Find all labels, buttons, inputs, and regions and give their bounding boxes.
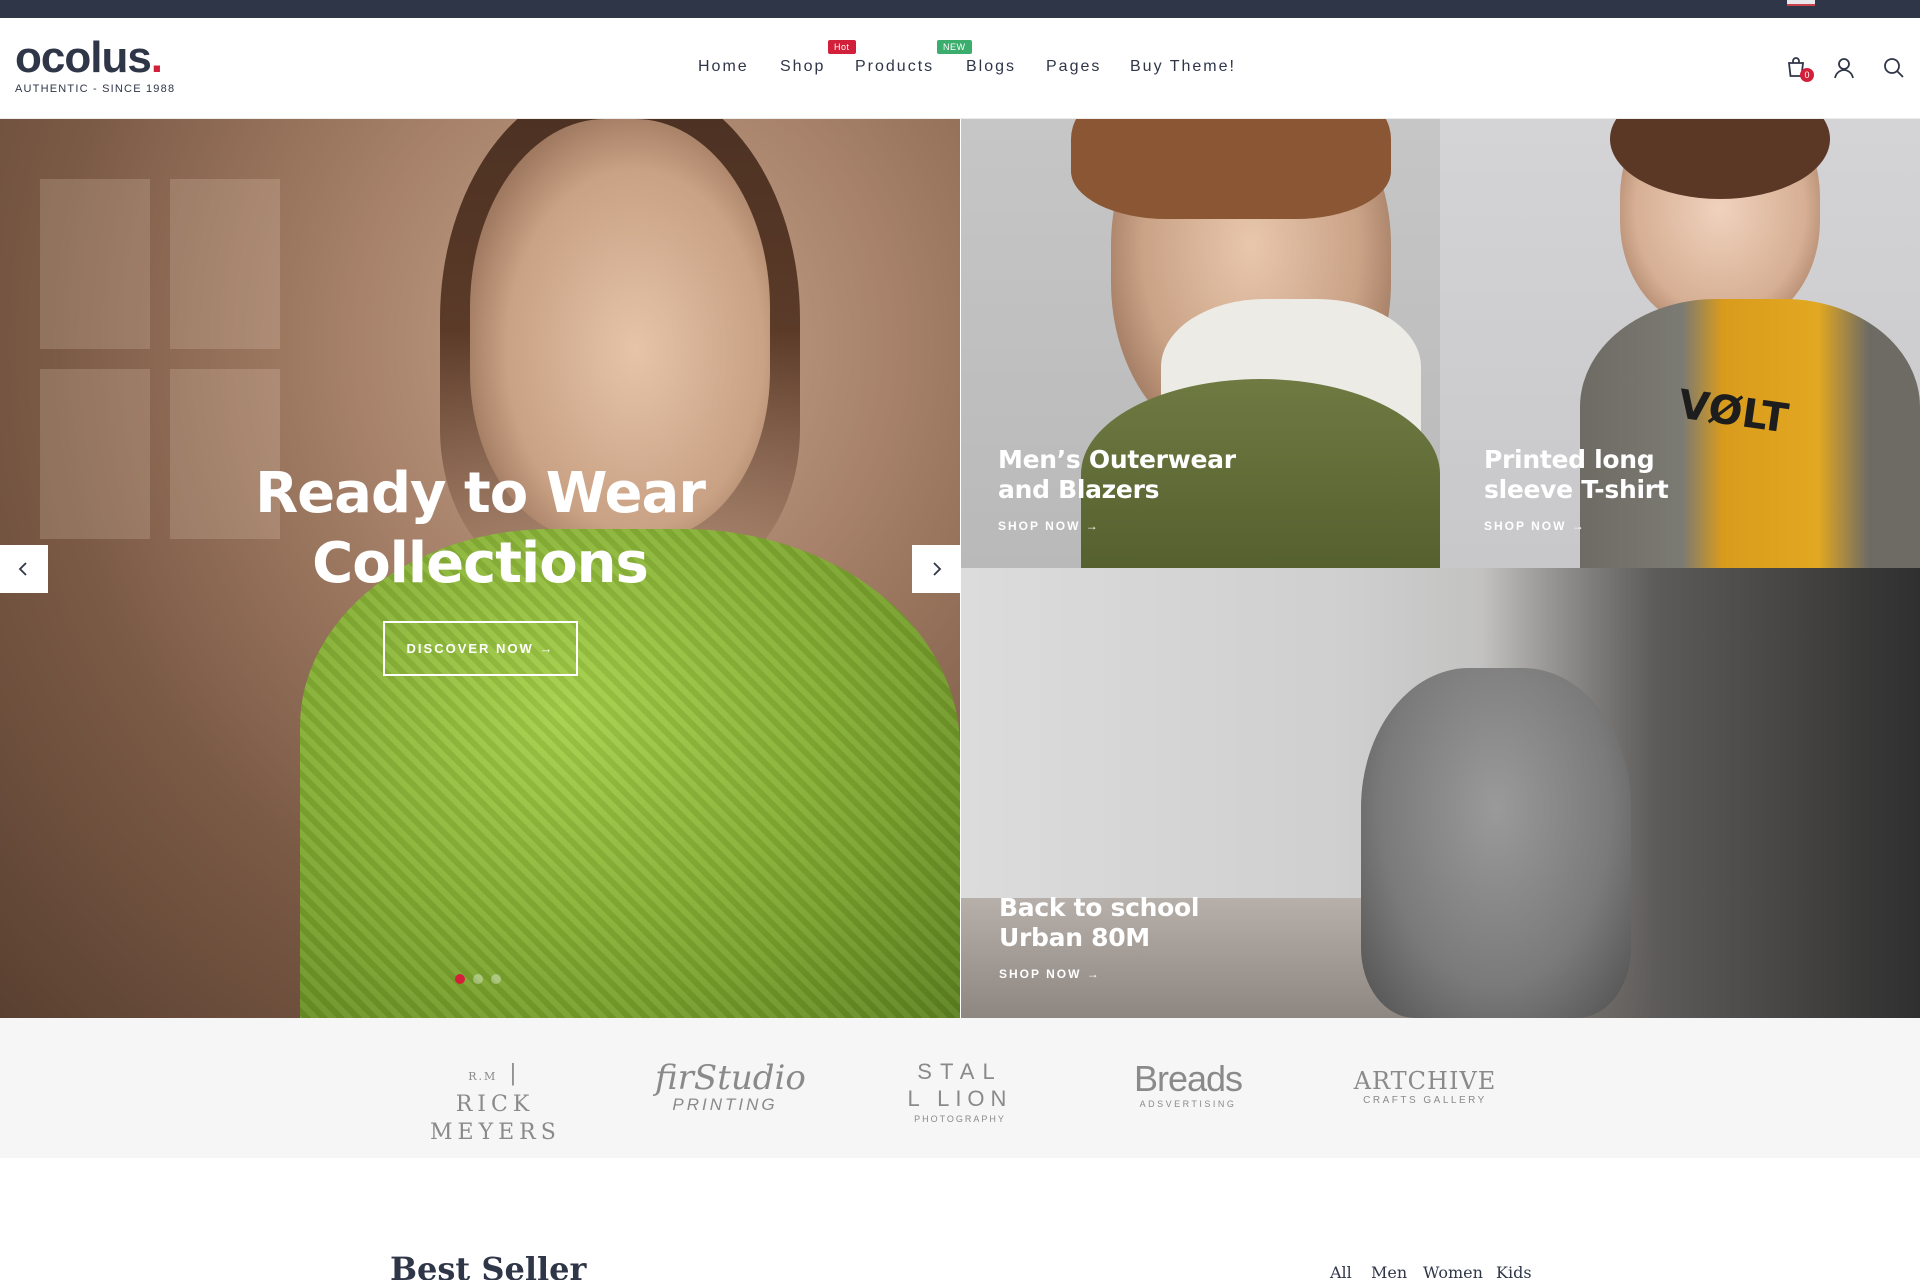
- filter-kids[interactable]: Kids: [1496, 1263, 1532, 1280]
- nav-products[interactable]: Products NEW: [855, 40, 972, 76]
- tile-title: Back to school Urban 80M: [999, 893, 1199, 953]
- main-nav: Home Shop Hot Products NEW Blogs Pages B…: [0, 40, 1920, 88]
- window-light-shape: [40, 179, 150, 349]
- nav-shop-label: Shop: [780, 58, 826, 75]
- slider-dots: [455, 971, 509, 989]
- brand-line2: CRAFTS GALLERY: [1363, 1095, 1487, 1106]
- tile-title-line2: Urban 80M: [999, 923, 1150, 952]
- tile-title-line1: Back to school: [999, 893, 1200, 922]
- slider-dot[interactable]: [473, 974, 483, 984]
- tile-title-line2: and Blazers: [998, 475, 1160, 504]
- slider-prev-button[interactable]: [0, 545, 48, 593]
- brand-line3: PHOTOGRAPHY: [914, 1114, 1006, 1124]
- promo-tile-printed-tshirt[interactable]: VØLT Printed long sleeve T-shirt SHOP NO…: [1440, 119, 1920, 568]
- brand-line2: MEYERS: [430, 1120, 561, 1145]
- site-header: ocolus. AUTHENTIC - SINCE 1988 Home Shop…: [0, 18, 1920, 119]
- brand-line2: L LION: [907, 1086, 1013, 1111]
- language-flag-icon[interactable]: [1787, 0, 1815, 6]
- brand-logos-strip: R.M | RICK MEYERS firStudio PRINTING STA…: [0, 1018, 1920, 1158]
- cart-count-badge: 0: [1800, 68, 1814, 82]
- top-utility-bar: [0, 0, 1920, 18]
- chevron-right-icon: [933, 562, 942, 576]
- brand-logo-breads[interactable]: Breads ADSVERTISING: [1128, 1060, 1248, 1110]
- brand-line1: ARTCHIVE: [1353, 1067, 1497, 1095]
- tile-title-line1: Printed long: [1484, 445, 1655, 474]
- brand-line1: STAL: [917, 1059, 1003, 1084]
- chevron-left-icon: [18, 562, 27, 576]
- brand-line1: Breads: [1133, 1058, 1243, 1099]
- nav-shop[interactable]: Shop Hot: [780, 40, 856, 76]
- new-badge: NEW: [937, 40, 972, 54]
- slider-next-button[interactable]: [912, 545, 960, 593]
- shop-now-link[interactable]: SHOP NOW →: [999, 967, 1101, 981]
- nav-buy-theme[interactable]: Buy Theme!: [1130, 58, 1236, 76]
- tile-title: Printed long sleeve T-shirt: [1484, 445, 1669, 505]
- brand-line1: RICK: [455, 1092, 535, 1117]
- tile-title-line2: sleeve T-shirt: [1484, 475, 1669, 504]
- window-light-shape: [40, 369, 150, 539]
- filter-women[interactable]: Women: [1423, 1263, 1483, 1280]
- brand-logo-rick-meyers[interactable]: R.M | RICK MEYERS: [430, 1060, 560, 1147]
- search-icon[interactable]: [1882, 56, 1908, 82]
- brand-logo-stall-lion[interactable]: STAL L LION PHOTOGRAPHY: [900, 1058, 1020, 1126]
- brand-logo-firstudio[interactable]: firStudio PRINTING: [655, 1058, 806, 1114]
- hero-slider: Ready to Wear Collections DISCOVER NOW →: [0, 119, 960, 1018]
- tile-backpack: [1361, 668, 1631, 1018]
- window-light-shape: [170, 179, 280, 349]
- hero-title: Ready to Wear Collections: [180, 459, 780, 599]
- nav-pages[interactable]: Pages: [1046, 58, 1101, 76]
- hero-title-line1: Ready to Wear: [255, 461, 706, 526]
- nav-home[interactable]: Home: [698, 58, 749, 76]
- brand-line2: ADSVERTISING: [1139, 1099, 1237, 1109]
- nav-products-label: Products: [855, 58, 935, 75]
- filter-men[interactable]: Men: [1371, 1263, 1407, 1280]
- brand-logo-artchive[interactable]: ARTCHIVE CRAFTS GALLERY: [1350, 1068, 1500, 1108]
- hot-badge: Hot: [828, 40, 856, 54]
- best-seller-title: Best Seller: [390, 1250, 587, 1280]
- brand-small-text: R.M: [468, 1070, 498, 1083]
- slider-dot[interactable]: [455, 974, 465, 984]
- promo-tile-mens-outerwear[interactable]: Men’s Outerwear and Blazers SHOP NOW →: [961, 119, 1440, 568]
- filter-all[interactable]: All: [1330, 1263, 1352, 1280]
- tile-model-hair: [1071, 119, 1391, 219]
- cart-icon[interactable]: 0: [1784, 56, 1814, 82]
- promo-tile-back-to-school[interactable]: Back to school Urban 80M SHOP NOW →: [961, 568, 1920, 1018]
- brand-line1: firStudio: [655, 1058, 806, 1098]
- brand-line2: PRINTING: [672, 1095, 778, 1114]
- shop-now-link[interactable]: SHOP NOW →: [1484, 519, 1586, 533]
- nav-blogs[interactable]: Blogs: [966, 58, 1016, 76]
- tile-title: Men’s Outerwear and Blazers: [998, 445, 1236, 505]
- hero-title-line2: Collections: [312, 531, 649, 596]
- tile-title-line1: Men’s Outerwear: [998, 445, 1236, 474]
- hero-green-sweater: [300, 529, 960, 1018]
- discover-now-button[interactable]: DISCOVER NOW →: [383, 621, 578, 676]
- shop-now-link[interactable]: SHOP NOW →: [998, 519, 1100, 533]
- slider-dot[interactable]: [491, 974, 501, 984]
- user-icon[interactable]: [1832, 56, 1858, 82]
